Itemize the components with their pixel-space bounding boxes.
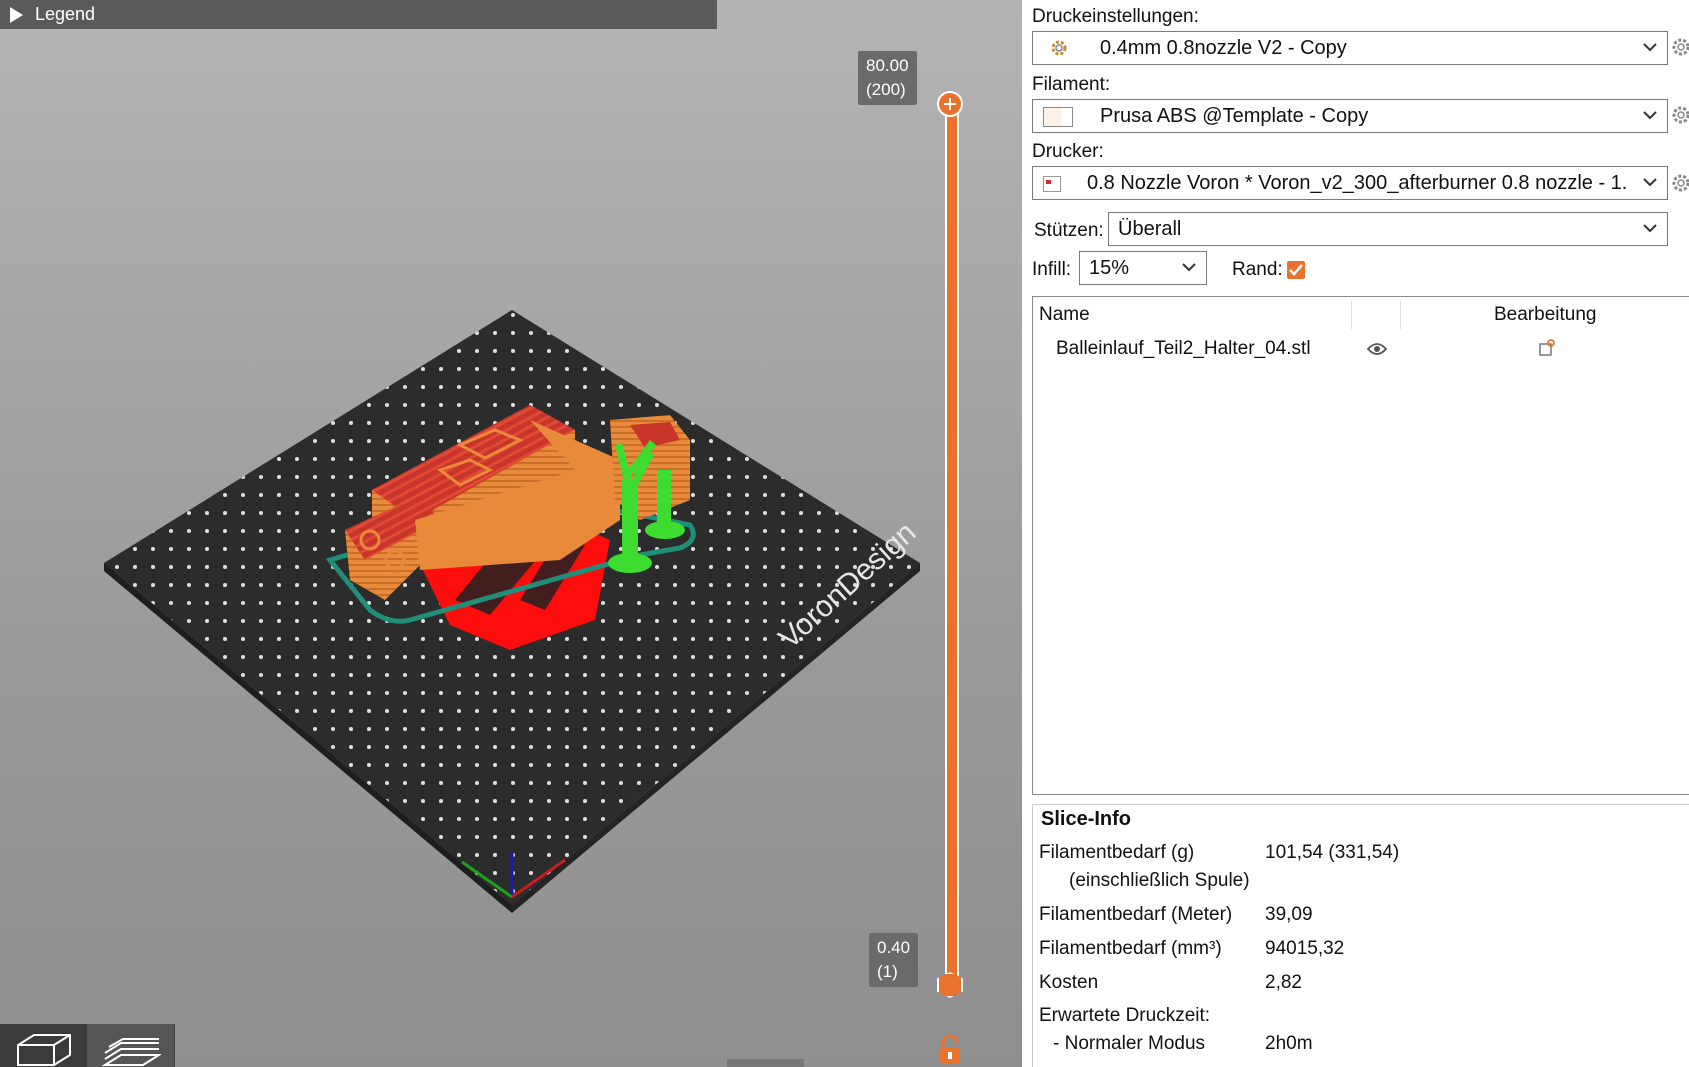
infill-value: 15% bbox=[1089, 256, 1130, 279]
print-settings-edit-gear-icon[interactable] bbox=[1671, 37, 1689, 57]
print-settings-select[interactable]: 0.4mm 0.8nozzle V2 - Copy bbox=[1032, 31, 1668, 65]
printer-select[interactable]: 0.8 Nozzle Voron * Voron_v2_300_afterbur… bbox=[1032, 166, 1668, 200]
supports-select[interactable]: Überall bbox=[1108, 212, 1668, 246]
3d-view-button[interactable] bbox=[0, 1024, 87, 1067]
slice-info-value: 2,82 bbox=[1265, 972, 1302, 993]
slice-info-key: Erwartete Druckzeit: bbox=[1039, 1005, 1211, 1026]
slice-info-key: Filamentbedarf (Meter) bbox=[1039, 904, 1233, 925]
chevron-down-icon bbox=[1643, 43, 1657, 52]
supports-label: Stützen: bbox=[1034, 220, 1104, 241]
column-header-name[interactable]: Name bbox=[1039, 297, 1090, 333]
top-layer: (200) bbox=[866, 80, 906, 99]
top-height: 80.00 bbox=[866, 56, 909, 75]
view-mode-toolbar bbox=[0, 1024, 175, 1067]
slice-info-value: 101,54 (331,54) bbox=[1265, 842, 1400, 863]
print-settings-label: Druckeinstellungen: bbox=[1032, 6, 1199, 27]
printer-edit-gear-icon[interactable] bbox=[1671, 173, 1689, 193]
eye-icon[interactable] bbox=[1367, 342, 1387, 356]
column-header-edit[interactable]: Bearbeitung bbox=[1494, 297, 1596, 333]
collapse-sidebar-tab[interactable] bbox=[727, 1059, 804, 1067]
legend-label: Legend bbox=[35, 4, 96, 24]
slice-info-key: Kosten bbox=[1039, 972, 1099, 993]
legend-toggle[interactable]: Legend bbox=[0, 0, 717, 29]
print-settings-gear-icon bbox=[1051, 40, 1067, 56]
supports-value: Überall bbox=[1118, 217, 1182, 240]
printer-icon bbox=[1043, 176, 1061, 192]
object-row[interactable]: Balleinlauf_Teil2_Halter_04.stl bbox=[1033, 335, 1689, 365]
slice-info-value: 39,09 bbox=[1265, 904, 1313, 925]
print-settings-value: 0.4mm 0.8nozzle V2 - Copy bbox=[1100, 36, 1347, 59]
slice-info-key: (einschließlich Spule) bbox=[1069, 870, 1250, 891]
edit-object-icon[interactable] bbox=[1538, 339, 1556, 357]
slice-info-key: Filamentbedarf (mm³) bbox=[1039, 938, 1222, 959]
filament-color-swatch bbox=[1043, 107, 1073, 127]
bottom-layer: (1) bbox=[877, 962, 898, 981]
printer-label: Drucker: bbox=[1032, 141, 1104, 162]
layer-slider-bottom-label: 0.40 (1) bbox=[869, 933, 919, 987]
infill-select[interactable]: 15% bbox=[1079, 251, 1207, 285]
chevron-down-icon bbox=[1182, 263, 1196, 272]
slice-info-value: 94015,32 bbox=[1265, 938, 1345, 959]
chevron-down-icon bbox=[1643, 224, 1657, 233]
column-separator bbox=[1351, 301, 1352, 329]
preview-view-button[interactable] bbox=[87, 1024, 174, 1067]
layer-slider-track[interactable] bbox=[945, 104, 959, 984]
chevron-down-icon bbox=[1643, 111, 1657, 120]
slice-info-panel: Slice-Info Filamentbedarf (g) 101,54 (33… bbox=[1032, 804, 1689, 1067]
filament-edit-gear-icon[interactable] bbox=[1671, 105, 1689, 125]
3d-viewport[interactable]: VoronDesign Legend 80.00 (200) 0.40 (1) bbox=[0, 0, 1022, 1067]
object-list[interactable]: Name Bearbeitung Balleinlauf_Teil2_Halte… bbox=[1032, 296, 1689, 795]
expand-triangle-icon bbox=[10, 6, 23, 23]
filament-value: Prusa ABS @Template - Copy bbox=[1100, 104, 1369, 127]
layer-slider-top-handle-plus-icon[interactable] bbox=[937, 91, 963, 117]
slice-info-key: Filamentbedarf (g) bbox=[1039, 842, 1195, 863]
slice-info-key: - Normaler Modus bbox=[1053, 1033, 1206, 1054]
checkmark-icon bbox=[1289, 264, 1303, 276]
printer-value: 0.8 Nozzle Voron * Voron_v2_300_afterbur… bbox=[1087, 171, 1627, 194]
brim-label: Rand: bbox=[1232, 259, 1283, 280]
column-separator bbox=[1400, 301, 1401, 329]
layers-icon bbox=[101, 1038, 161, 1066]
cube-icon bbox=[16, 1034, 71, 1066]
chevron-down-icon bbox=[1643, 178, 1657, 187]
unlock-icon[interactable] bbox=[937, 1034, 963, 1064]
filament-label: Filament: bbox=[1032, 74, 1111, 95]
infill-label: Infill: bbox=[1032, 259, 1072, 280]
object-name: Balleinlauf_Teil2_Halter_04.stl bbox=[1056, 338, 1311, 359]
brim-checkbox[interactable] bbox=[1287, 261, 1305, 279]
slice-info-value: 2h0m bbox=[1265, 1033, 1313, 1054]
print-preview-scene[interactable]: VoronDesign bbox=[0, 0, 1022, 1067]
filament-select[interactable]: Prusa ABS @Template - Copy bbox=[1032, 99, 1668, 133]
bottom-height: 0.40 bbox=[877, 938, 911, 957]
layer-slider-top-label: 80.00 (200) bbox=[858, 51, 917, 105]
